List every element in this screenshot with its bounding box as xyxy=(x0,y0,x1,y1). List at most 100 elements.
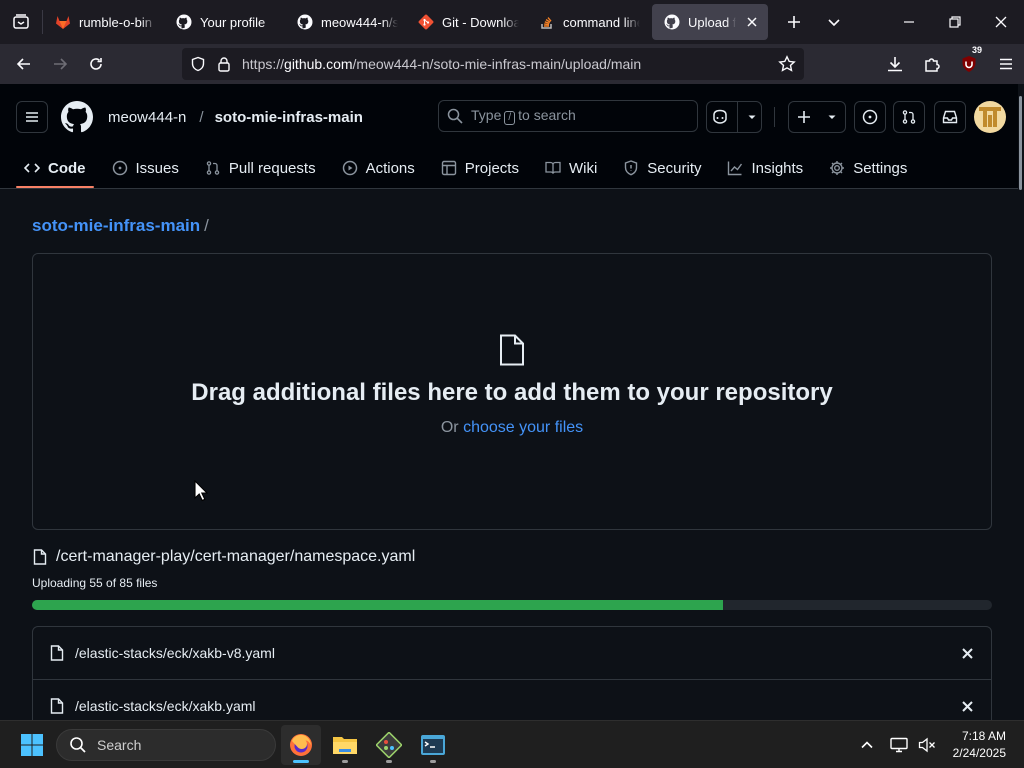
drop-zone-title: Drag additional files here to add them t… xyxy=(191,379,833,406)
owner-link[interactable]: meow444-n xyxy=(108,109,186,126)
restore-button[interactable] xyxy=(932,0,978,44)
system-tray-network-volume[interactable] xyxy=(885,725,941,765)
tab-label: Upload files xyxy=(688,14,736,30)
search-placeholder: Type / to search xyxy=(471,107,576,125)
pull-requests-button[interactable] xyxy=(893,101,925,133)
avatar-identicon xyxy=(979,107,1001,127)
git-pull-request-icon xyxy=(902,110,916,124)
graph-icon xyxy=(728,161,743,176)
issue-opened-icon xyxy=(862,109,878,125)
remove-file-button[interactable] xyxy=(959,698,975,714)
ublock-extension-button[interactable]: 39 xyxy=(950,45,987,80)
tab-label: Insights xyxy=(751,159,804,177)
taskbar-terminal[interactable] xyxy=(413,725,453,765)
repo-root-link[interactable]: soto-mie-infras-main xyxy=(32,216,200,235)
browser-tab-gitlab[interactable]: rumble-o-bin xyxy=(43,4,164,40)
taskbar-search-box[interactable]: Search xyxy=(56,729,276,761)
browser-tab-git-downloads[interactable]: Git - Downloads xyxy=(406,4,527,40)
all-tabs-button[interactable] xyxy=(0,0,42,44)
restore-icon xyxy=(949,16,961,28)
inbox-button[interactable] xyxy=(934,101,966,133)
url-prefix: https:// xyxy=(242,56,285,72)
play-icon xyxy=(342,160,357,176)
close-icon xyxy=(961,700,973,712)
github-logo-link[interactable] xyxy=(61,101,93,133)
taskbar-clock[interactable]: 7:18 AM 2/24/2025 xyxy=(953,728,1006,762)
issues-button[interactable] xyxy=(854,101,886,133)
app-menu-button[interactable] xyxy=(987,48,1024,80)
tab-issues[interactable]: Issues xyxy=(104,148,187,188)
create-new-button[interactable] xyxy=(788,101,846,133)
tab-security[interactable]: Security xyxy=(615,148,709,188)
github-icon xyxy=(176,14,192,30)
close-tab-icon[interactable] xyxy=(744,14,760,30)
taskbar-git-gui[interactable] xyxy=(369,725,409,765)
forward-button[interactable] xyxy=(42,48,78,80)
search-placeholder-before: Type xyxy=(471,107,502,123)
page-scrollbar[interactable] xyxy=(1018,96,1024,190)
copilot-button[interactable] xyxy=(706,101,762,133)
extensions-button[interactable] xyxy=(913,48,950,80)
shield-icon xyxy=(625,160,638,176)
tab-label: Settings xyxy=(853,159,908,177)
url-text: https://github.com/meow444-n/soto-mie-in… xyxy=(242,56,641,72)
file-icon xyxy=(500,334,524,366)
repo-link[interactable]: soto-mie-infras-main xyxy=(215,109,363,126)
file-drop-zone[interactable]: Drag additional files here to add them t… xyxy=(32,253,992,530)
taskbar-running-indicator xyxy=(386,760,392,763)
global-nav-menu-button[interactable] xyxy=(16,101,48,133)
tab-wiki[interactable]: Wiki xyxy=(537,148,605,188)
search-icon xyxy=(447,108,463,124)
downloads-button[interactable] xyxy=(876,48,913,80)
tab-code[interactable]: Code xyxy=(16,148,94,188)
url-path: /meow444-n/soto-mie-infras-main/upload/m… xyxy=(352,56,642,72)
browser-tab-upload-files[interactable]: Upload files xyxy=(652,4,768,40)
issue-icon xyxy=(112,160,127,176)
browser-tab-profile[interactable]: Your profile xyxy=(164,4,285,40)
minimize-button[interactable] xyxy=(886,0,932,44)
taskbar-active-indicator xyxy=(293,760,309,763)
tab-insights[interactable]: Insights xyxy=(719,148,811,188)
new-tab-button[interactable] xyxy=(774,2,814,42)
browser-tab-strip: rumble-o-bin Your profile meow444-n/soto… xyxy=(0,0,1024,44)
clock-date: 2/24/2025 xyxy=(952,746,1006,760)
inbox-icon xyxy=(942,110,958,124)
show-hidden-icons-button[interactable] xyxy=(849,725,885,765)
back-button[interactable] xyxy=(6,48,42,80)
tracking-protection-icon[interactable] xyxy=(190,56,206,72)
list-all-tabs-button[interactable] xyxy=(814,2,854,42)
reload-button[interactable] xyxy=(78,48,114,80)
browser-tab-command-line[interactable]: command line xyxy=(527,4,648,40)
start-button[interactable] xyxy=(12,725,52,765)
copilot-icon xyxy=(713,109,727,124)
tab-list-icon xyxy=(13,14,29,29)
remove-file-button[interactable] xyxy=(959,645,975,661)
tab-actions[interactable]: Actions xyxy=(334,148,423,188)
table-icon xyxy=(441,160,456,176)
path-separator: / xyxy=(204,216,209,235)
address-bar[interactable]: https://github.com/meow444-n/soto-mie-in… xyxy=(182,48,804,80)
taskbar-firefox[interactable] xyxy=(281,725,321,765)
avatar[interactable] xyxy=(974,101,1006,133)
choose-files-link[interactable]: choose your files xyxy=(463,419,583,436)
close-window-button[interactable] xyxy=(978,0,1024,44)
bookmark-star-icon[interactable] xyxy=(778,55,796,73)
chevron-up-icon xyxy=(861,741,873,749)
search-icon xyxy=(70,737,86,753)
mouse-cursor-icon xyxy=(194,480,208,502)
tab-pull-requests[interactable]: Pull requests xyxy=(197,148,324,188)
breadcrumb-separator: / xyxy=(199,108,204,126)
tab-label: rumble-o-bin xyxy=(79,14,152,30)
tab-projects[interactable]: Projects xyxy=(433,148,527,188)
taskbar-running-indicator xyxy=(430,760,436,763)
extension-badge: 39 xyxy=(970,45,985,56)
tab-label: Wiki xyxy=(568,159,598,177)
taskbar-file-explorer[interactable] xyxy=(325,725,365,765)
browser-tab-repo[interactable]: meow444-n/soto-mie-infras xyxy=(285,4,406,40)
lock-icon[interactable] xyxy=(216,56,232,72)
close-icon xyxy=(995,16,1007,28)
search-input[interactable]: Type / to search xyxy=(438,100,698,132)
tab-settings[interactable]: Settings xyxy=(821,148,915,188)
uploaded-files-list: /elastic-stacks/eck/xakb-v8.yaml /elasti… xyxy=(32,626,992,720)
windows-logo-icon xyxy=(21,734,43,756)
